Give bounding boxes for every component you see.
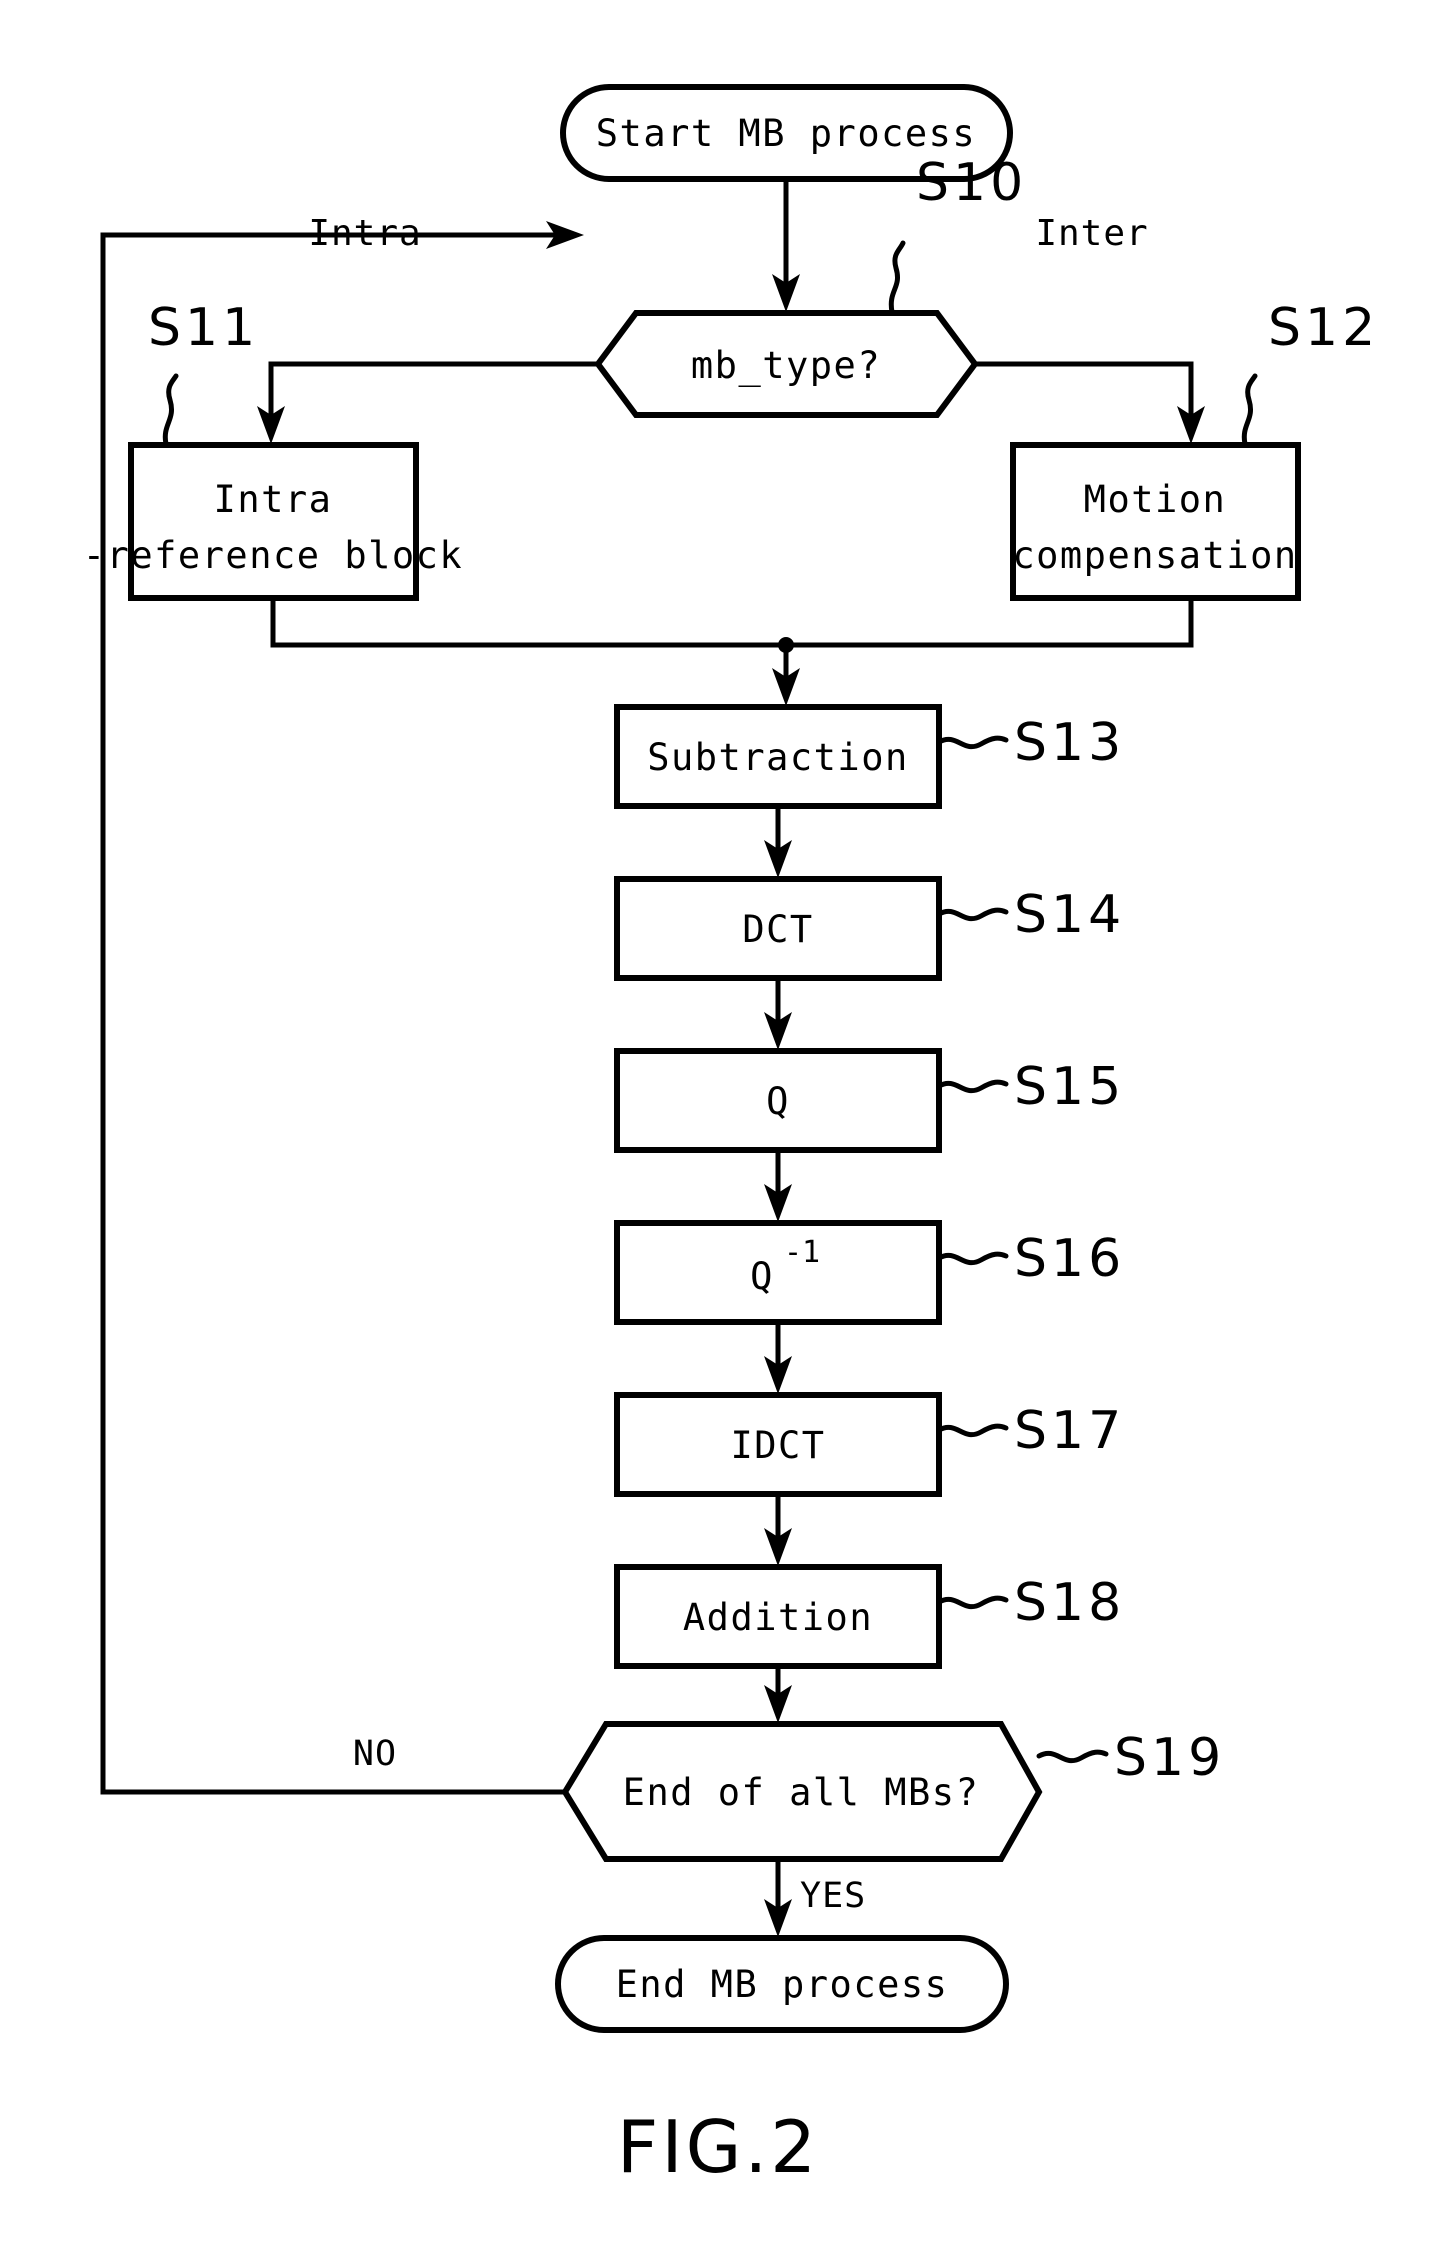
node-end: End MB process	[555, 1935, 1009, 2033]
step-tag-s19: S19	[1036, 1728, 1225, 1788]
intra-block-label-line2: -reference block	[83, 534, 463, 577]
start-label: Start MB process	[596, 112, 976, 155]
step-tag-s16: S16	[936, 1229, 1125, 1289]
step-label-s11: S11	[148, 298, 259, 358]
edge-s15-to-s16	[764, 1150, 792, 1222]
addition-label: Addition	[683, 1596, 873, 1639]
node-dct: DCT	[614, 876, 942, 981]
edge-s14-to-s15	[764, 978, 792, 1050]
dequant-superscript: -1	[784, 1235, 820, 1270]
figure-root: Start MB process mb_type? S10 Intra Inte…	[0, 0, 1435, 2244]
dequant-label: Q	[750, 1255, 774, 1298]
step-label-s13: S13	[1014, 713, 1125, 773]
step-tag-s14: S14	[936, 885, 1125, 945]
step-tag-s11: S11	[148, 298, 259, 447]
step-tag-s18: S18	[936, 1573, 1125, 1633]
edge-s10-intra: Intra	[257, 213, 598, 444]
merge-junction-dot	[778, 637, 794, 653]
node-addition: Addition	[614, 1564, 942, 1669]
node-dequantize: Q -1	[614, 1220, 942, 1325]
edge-s18-to-s19	[764, 1666, 792, 1723]
edge-merge-to-subtraction	[270, 598, 1194, 706]
step-tag-s15: S15	[936, 1057, 1125, 1117]
node-quantize: Q	[614, 1048, 942, 1153]
step-label-s16: S16	[1014, 1229, 1125, 1289]
node-idct: IDCT	[614, 1392, 942, 1497]
end-label: End MB process	[616, 1963, 949, 2006]
node-subtraction: Subtraction	[614, 704, 942, 809]
quant-label: Q	[766, 1080, 790, 1123]
dct-label: DCT	[742, 908, 813, 951]
step-label-s12: S12	[1268, 298, 1379, 358]
edge-start-to-s10	[772, 179, 800, 312]
dequant-shape	[614, 1220, 942, 1325]
step-label-s18: S18	[1014, 1573, 1125, 1633]
motion-block-label-line2: compensation	[1012, 534, 1297, 577]
edge-s10-inter: Inter	[975, 213, 1205, 444]
edge-s19-to-end: YES	[764, 1859, 866, 1937]
step-label-s19: S19	[1114, 1728, 1225, 1788]
step-label-s17: S17	[1014, 1401, 1125, 1461]
mb-type-label: mb_type?	[691, 344, 881, 388]
step-label-s15: S15	[1014, 1057, 1125, 1117]
step-tag-s13: S13	[936, 713, 1125, 773]
end-of-mbs-label: End of all MBs?	[623, 1771, 980, 1814]
node-motion-compensation: Motion compensation	[1010, 442, 1301, 601]
edge-s13-to-s14	[764, 806, 792, 878]
figure-caption: FIG.2	[617, 2105, 819, 2189]
step-tag-s17: S17	[936, 1401, 1125, 1461]
edge-label-no: NO	[353, 1734, 397, 1774]
subtraction-label: Subtraction	[647, 736, 909, 779]
flowchart-canvas: Start MB process mb_type? S10 Intra Inte…	[83, 84, 1379, 2189]
motion-block-label-line1: Motion	[1084, 478, 1227, 521]
step-label-s14: S14	[1014, 885, 1125, 945]
idct-label: IDCT	[730, 1424, 825, 1467]
edge-s16-to-s17	[764, 1322, 792, 1394]
node-intra-reference-block: Intra -reference block	[83, 442, 463, 601]
intra-block-label-line1: Intra	[214, 478, 333, 521]
edge-label-intra: Intra	[308, 213, 421, 254]
node-decision-mb-type: mb_type?	[594, 310, 979, 418]
step-label-s10: S10	[916, 153, 1027, 213]
edge-label-inter: Inter	[1035, 213, 1148, 254]
node-decision-end-of-mbs: End of all MBs?	[561, 1721, 1043, 1862]
edge-s17-to-s18	[764, 1494, 792, 1566]
edge-label-yes: YES	[800, 1876, 866, 1916]
step-tag-s12: S12	[1241, 298, 1379, 447]
